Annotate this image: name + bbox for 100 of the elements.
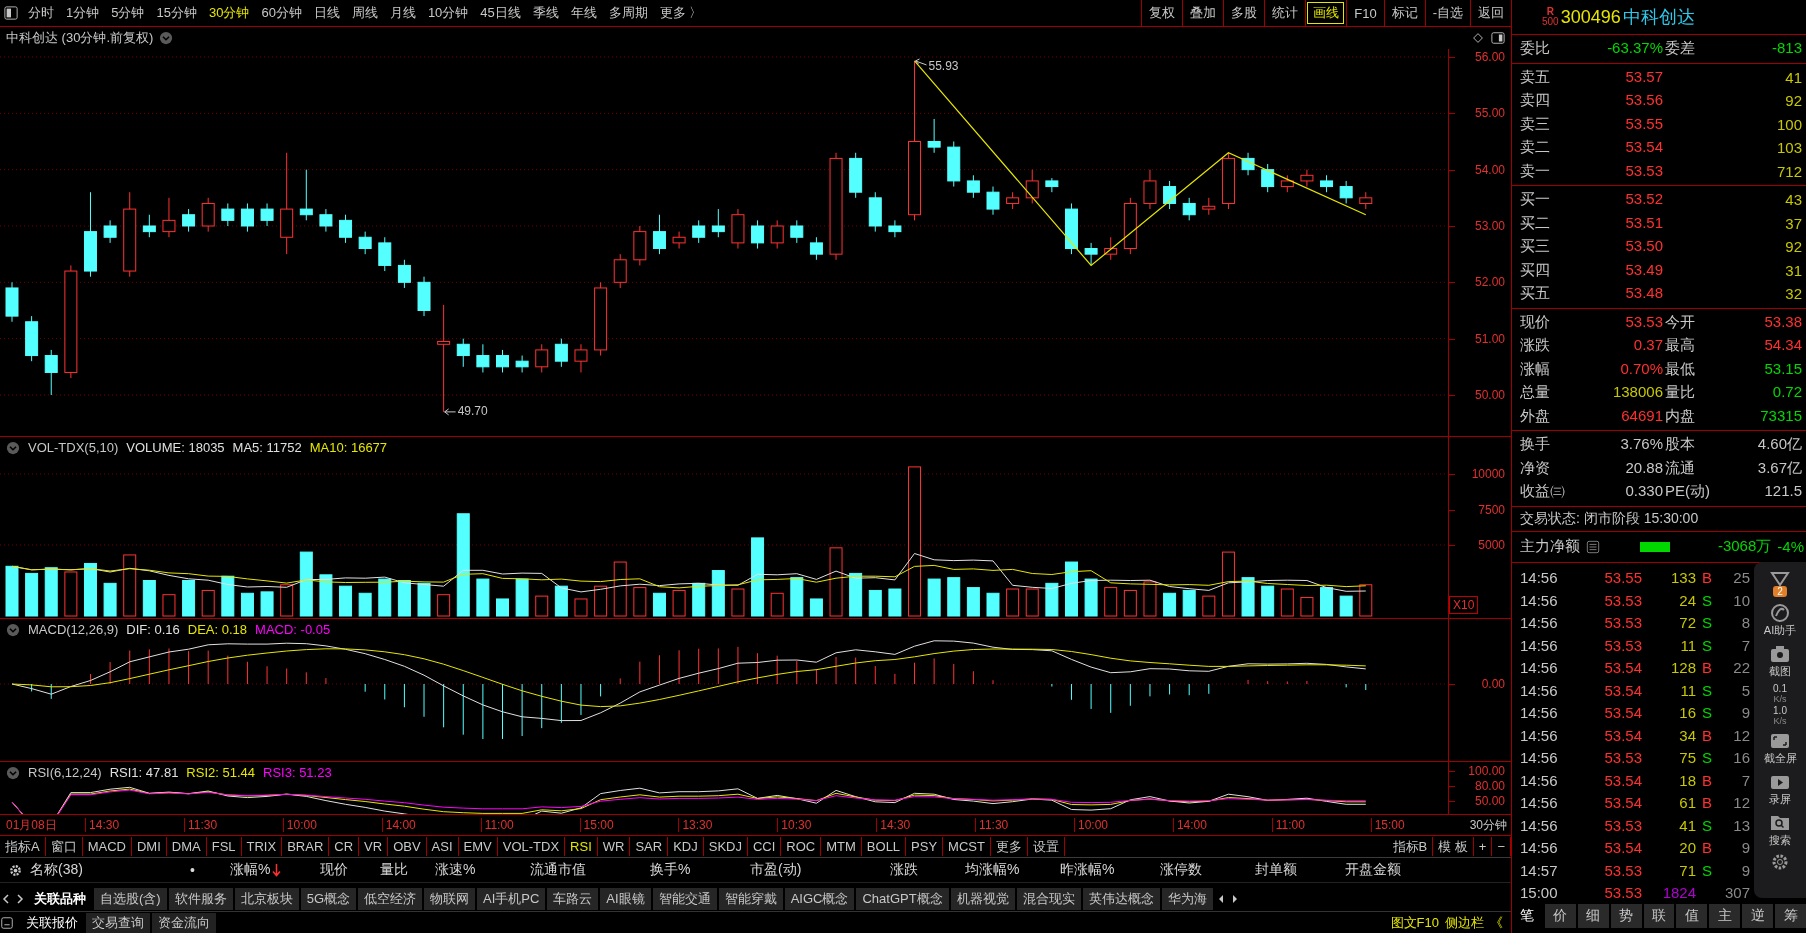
period-tab[interactable]: 日线 (307, 2, 346, 24)
toolbar-button[interactable]: 统计 (1264, 0, 1306, 26)
period-tab[interactable]: 60分钟 (255, 2, 308, 24)
sector-tab[interactable]: 英伟达概念 (1082, 888, 1160, 910)
indicator-tab[interactable]: CR (329, 837, 360, 856)
sector-tab[interactable]: AIGC概念 (784, 888, 855, 910)
period-tab[interactable]: 季线 (526, 2, 565, 24)
indicator-button[interactable]: + (1473, 837, 1493, 856)
indicator-tab[interactable]: ASI (426, 837, 459, 856)
period-tab[interactable]: 1分钟 (60, 2, 106, 24)
period-tab[interactable]: 周线 (345, 2, 384, 24)
list-icon[interactable] (1586, 539, 1600, 554)
indicator-button[interactable]: 指标B (1387, 837, 1434, 856)
toolbar-button[interactable]: 叠加 (1182, 0, 1224, 26)
column-header[interactable]: 封单额 (1255, 861, 1297, 879)
indicator-tab[interactable]: ROC (781, 837, 822, 856)
chevron-down-icon[interactable] (159, 31, 174, 45)
sector-tab[interactable]: ChatGPT概念 (856, 888, 949, 910)
sector-tab[interactable]: 软件服务 (168, 888, 233, 910)
sector-tab[interactable]: 智能穿戴 (718, 888, 783, 910)
indicator-tab[interactable]: RSI (565, 837, 598, 856)
sector-tab[interactable]: 自选股(含) (94, 888, 167, 910)
toolbar-button[interactable]: 多股 (1223, 0, 1265, 26)
column-header[interactable]: 涨跌 (890, 861, 918, 879)
column-header[interactable]: 涨速% (435, 861, 476, 879)
column-header[interactable]: • (190, 862, 195, 878)
side-tool-button[interactable]: 录屏 (1769, 770, 1791, 809)
side-tool-button[interactable]: 截图 (1769, 642, 1791, 681)
indicator-tab[interactable]: 更多 (990, 837, 1028, 856)
bottom-link[interactable]: 《 (1490, 914, 1503, 932)
indicator-tab[interactable]: PSY (906, 837, 944, 856)
indicator-tab[interactable]: 指标A (0, 837, 46, 856)
sector-tab[interactable]: AI手机PC (477, 888, 546, 910)
period-tab[interactable]: 月线 (383, 2, 422, 24)
side-tool-button[interactable]: 截全屏 (1763, 729, 1797, 768)
trend-line[interactable] (913, 60, 1367, 267)
indicator-button[interactable]: − (1492, 837, 1511, 856)
column-header[interactable]: 换手% (650, 861, 691, 879)
period-tab[interactable]: 更多 〉 (653, 2, 709, 24)
toolbar-button[interactable]: 返回 (1470, 0, 1511, 26)
indicator-tab[interactable]: CCI (747, 837, 782, 856)
sector-tab[interactable]: 低空经济 (358, 888, 422, 910)
detail-tab[interactable]: 价 (1544, 904, 1576, 928)
panel-toggle-icon[interactable] (0, 916, 14, 930)
chevron-left-icon[interactable] (0, 892, 12, 906)
indicator-button[interactable]: 模 板 (1433, 837, 1474, 856)
panel-toggle-icon[interactable] (1491, 31, 1505, 45)
indicator-tab[interactable]: 窗口 (45, 837, 83, 856)
column-header[interactable]: 昨涨幅% (1060, 861, 1115, 879)
bottom-tab[interactable]: 资金流向 (152, 913, 216, 933)
column-header[interactable]: 市盈(动) (750, 861, 802, 879)
toolbar-button[interactable]: F10 (1346, 0, 1384, 26)
detail-tab[interactable]: 细 (1577, 904, 1609, 928)
indicator-tab[interactable]: VOL-TDX (497, 837, 566, 856)
indicator-tab[interactable]: EMV (458, 837, 498, 856)
sector-tab[interactable]: 北京板块 (234, 888, 299, 910)
side-tool-button[interactable]: 搜索 (1769, 811, 1791, 850)
sector-tab[interactable]: 混合现实 (1016, 888, 1081, 910)
column-header[interactable]: 量比 (380, 861, 408, 879)
period-tab[interactable]: 5分钟 (105, 2, 151, 24)
period-tab[interactable]: 分时 (22, 2, 60, 24)
diamond-icon[interactable] (1471, 31, 1485, 45)
side-tool-button[interactable]: AI助手 (1763, 601, 1797, 640)
chevron-down-icon[interactable] (6, 765, 20, 780)
indicator-tab[interactable]: TRIX (241, 837, 283, 856)
bottom-link[interactable]: 侧边栏 (1445, 914, 1484, 932)
indicator-tab[interactable]: FSL (206, 837, 242, 856)
indicator-tab[interactable]: KDJ (668, 837, 704, 856)
period-tab[interactable]: 10分钟 (421, 2, 475, 24)
bottom-link[interactable]: 图文F10 (1390, 914, 1439, 932)
indicator-tab[interactable]: 设置 (1027, 837, 1065, 856)
indicator-tab[interactable]: SKDJ (703, 837, 748, 856)
toolbar-button[interactable]: 复权 (1141, 0, 1183, 26)
detail-tab[interactable]: 值 (1676, 904, 1708, 928)
toolbar-button[interactable]: 标记 (1383, 0, 1425, 26)
chevron-right-icon[interactable] (14, 892, 26, 906)
sector-tab[interactable]: 车路云 (547, 888, 599, 910)
indicator-tab[interactable]: MTM (821, 837, 862, 856)
period-tab[interactable]: 年线 (564, 2, 603, 24)
indicator-tab[interactable]: BRAR (282, 837, 330, 856)
bottom-tab[interactable]: 交易查询 (86, 913, 150, 933)
panel-toggle-icon[interactable] (4, 6, 18, 20)
indicator-tab[interactable]: OBV (388, 837, 427, 856)
sector-tab[interactable]: 机器视觉 (950, 888, 1015, 910)
settings-icon[interactable] (8, 862, 23, 878)
detail-tab[interactable]: 主 (1709, 904, 1741, 928)
indicator-tab[interactable]: VR (359, 837, 389, 856)
column-header[interactable]: 流通市值 (530, 861, 586, 879)
sector-tab[interactable]: 智能交通 (652, 888, 717, 910)
column-header[interactable]: 均涨幅% (965, 861, 1020, 879)
scale-button[interactable]: X10 (1449, 596, 1479, 614)
chevron-down-icon[interactable] (6, 440, 20, 455)
sector-tab[interactable]: 物联网 (424, 888, 475, 910)
sector-tab[interactable]: AI眼镜 (600, 888, 651, 910)
indicator-tab[interactable]: DMA (166, 837, 207, 856)
indicator-tab[interactable]: MACD (82, 837, 132, 856)
sector-tab[interactable]: 5G概念 (300, 888, 356, 910)
period-tab[interactable]: 45日线 (474, 2, 527, 24)
sort-down-arrow-icon[interactable] (272, 863, 282, 877)
detail-tab[interactable]: 逆 (1742, 904, 1774, 928)
